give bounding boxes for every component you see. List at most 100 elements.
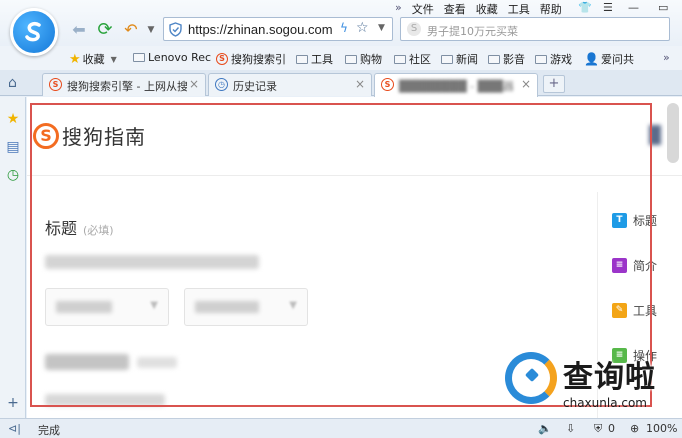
- sogou-icon: S: [381, 78, 394, 91]
- tab-history[interactable]: ◷ 历史记录 ×: [208, 73, 372, 96]
- scrollbar-thumb[interactable]: [667, 103, 679, 163]
- shield-icon: [169, 22, 182, 40]
- menu-icon[interactable]: ☰: [603, 1, 613, 15]
- zoom-icon[interactable]: ⊕: [630, 422, 639, 435]
- bookmark-iask[interactable]: 👤 爱问共: [584, 51, 634, 67]
- bookmarks-overflow-icon[interactable]: »: [663, 51, 670, 64]
- blocked-count: 0: [608, 422, 615, 435]
- bookmark-sogou-search[interactable]: S 搜狗搜索引: [216, 51, 286, 67]
- menu-tools[interactable]: 工具: [508, 1, 530, 16]
- bookmark-shopping[interactable]: 购物: [345, 51, 382, 67]
- bookmark-tools[interactable]: 工具: [296, 51, 333, 67]
- history-clock-icon[interactable]: ◷: [5, 167, 21, 183]
- new-tab-button[interactable]: +: [543, 75, 565, 93]
- minimize-icon[interactable]: —: [628, 1, 639, 15]
- folder-icon: [133, 53, 145, 62]
- undo-dropdown-icon[interactable]: ▼: [141, 20, 161, 40]
- search-box[interactable]: S 男子提10万元买菜: [400, 17, 670, 41]
- tools-icon: ✎: [612, 303, 627, 318]
- url-dropdown-icon[interactable]: ▼: [378, 23, 385, 33]
- sogou-icon: S: [216, 53, 228, 65]
- zoom-level[interactable]: 100%: [646, 422, 677, 435]
- person-icon: 👤: [584, 52, 599, 66]
- category-select[interactable]: ▼: [45, 288, 169, 326]
- section-hint: [137, 357, 177, 368]
- left-sidebar: ★ ▤ ◷ +: [0, 97, 26, 418]
- close-icon[interactable]: ×: [521, 77, 531, 91]
- reading-icon[interactable]: ▤: [5, 139, 21, 155]
- menu-help[interactable]: 帮助: [540, 1, 562, 16]
- title-icon: T: [612, 213, 627, 228]
- download-icon[interactable]: ⇩: [566, 422, 575, 435]
- refresh-icon[interactable]: ⟳: [95, 20, 115, 40]
- nav-item-tools[interactable]: ✎ 工具: [612, 302, 657, 319]
- sidebar-toggle-icon[interactable]: ⊲|: [8, 422, 21, 435]
- sogou-logo-icon: S: [33, 122, 59, 149]
- chevron-down-icon: ▼: [150, 300, 158, 311]
- back-arrow-icon[interactable]: ⬅: [69, 20, 89, 40]
- menu-file[interactable]: 文件: [412, 1, 434, 16]
- folder-icon: [296, 54, 308, 64]
- chevron-down-icon: ▼: [289, 300, 297, 311]
- url-text: https://zhinan.sogou.com: [188, 22, 333, 37]
- nav-item-summary[interactable]: ≡ 简介: [612, 257, 657, 274]
- bookmarks-bar: ★ 收藏 ▼ Lenovo Rec S 搜狗搜索引 工具 购物 社区 新闻 影音…: [0, 46, 682, 70]
- header-divider: [27, 175, 682, 176]
- section-heading: [45, 354, 129, 370]
- sogou-icon: S: [49, 78, 62, 91]
- brand-name: 搜狗指南: [62, 125, 146, 149]
- summary-input-hint[interactable]: [45, 394, 165, 406]
- folder-icon: [488, 54, 500, 64]
- nav-item-title[interactable]: T 标题: [612, 212, 657, 229]
- close-icon[interactable]: ×: [189, 77, 199, 91]
- undo-icon[interactable]: ↶: [121, 20, 141, 40]
- title-input[interactable]: [45, 255, 259, 269]
- volume-icon[interactable]: 🔈: [538, 422, 552, 435]
- bookmark-community[interactable]: 社区: [394, 51, 431, 67]
- folder-icon: [345, 54, 357, 64]
- menu-bar: » 文件 查看 收藏 工具 帮助: [395, 1, 572, 16]
- address-bar[interactable]: https://zhinan.sogou.com ϟ ☆ ▼: [163, 17, 393, 41]
- user-avatar[interactable]: [649, 125, 661, 145]
- title-bar: » 文件 查看 收藏 工具 帮助 👕 ☰ — ▭ ⬅ ⟳ ↶ ▼ https:/…: [0, 0, 682, 56]
- watermark-text: 查询啦: [563, 360, 656, 395]
- required-hint: (必填): [83, 224, 114, 237]
- skin-icon[interactable]: 👕: [578, 1, 592, 15]
- folder-icon: [394, 54, 406, 64]
- menu-favorites[interactable]: 收藏: [476, 1, 498, 16]
- search-engine-icon[interactable]: S: [407, 22, 421, 36]
- home-icon[interactable]: ⌂: [8, 75, 17, 91]
- star-icon: ★: [69, 51, 81, 67]
- favorites-star-icon[interactable]: ★: [5, 111, 21, 127]
- tab-active[interactable]: S ████████ - ███器 ×: [374, 73, 538, 97]
- watermark: 查询啦 chaxunla.com: [505, 350, 682, 418]
- sogou-browser-logo[interactable]: [10, 8, 58, 56]
- speed-mode-icon[interactable]: ϟ: [340, 21, 348, 35]
- folder-icon: [441, 54, 453, 64]
- subcategory-select[interactable]: ▼: [184, 288, 308, 326]
- bookmark-games[interactable]: 游戏: [535, 51, 572, 67]
- bookmark-news[interactable]: 新闻: [441, 51, 478, 67]
- clock-icon: ◷: [215, 78, 228, 91]
- tab-bar: ⌂ S 搜狗搜索引擎 - 上网从搜 × ◷ 历史记录 × S ████████ …: [0, 70, 682, 97]
- folder-icon: [535, 54, 547, 64]
- status-text: 完成: [38, 424, 60, 437]
- bookmark-lenovo[interactable]: Lenovo Rec: [133, 51, 211, 64]
- search-placeholder: 男子提10万元买菜: [427, 25, 518, 38]
- form-title-label: 标题 (必填): [45, 219, 114, 238]
- summary-icon: ≡: [612, 258, 627, 273]
- menu-view[interactable]: 查看: [444, 1, 466, 16]
- status-bar: ⊲| 完成 🔈 ⇩ ⛨ 0 ⊕ 100%: [0, 418, 682, 438]
- maximize-icon[interactable]: ▭: [658, 1, 668, 15]
- close-icon[interactable]: ×: [355, 77, 365, 91]
- chevron-down-icon: ▼: [110, 54, 117, 64]
- add-icon[interactable]: +: [5, 395, 21, 411]
- bookmark-star-icon[interactable]: ☆: [356, 20, 369, 36]
- security-shield-icon[interactable]: ⛨: [594, 422, 602, 436]
- watermark-url: chaxunla.com: [563, 396, 647, 410]
- tab-sogou-search[interactable]: S 搜狗搜索引擎 - 上网从搜 ×: [42, 73, 206, 96]
- menu-collapse-icon[interactable]: »: [395, 1, 402, 15]
- site-brand[interactable]: S 搜狗指南: [33, 121, 146, 150]
- bookmark-video[interactable]: 影音: [488, 51, 525, 67]
- bookmark-favorites[interactable]: ★ 收藏 ▼: [69, 51, 117, 67]
